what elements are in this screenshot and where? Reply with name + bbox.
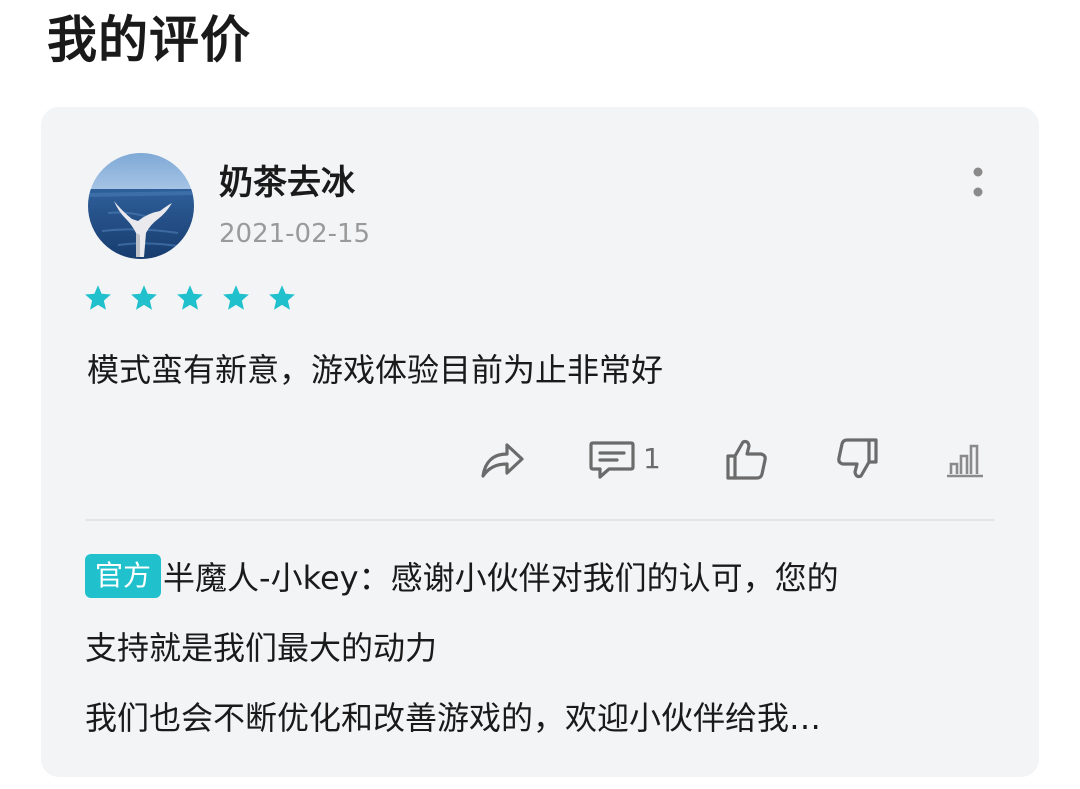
share-button[interactable] [477, 429, 527, 489]
dislike-button[interactable] [833, 429, 883, 489]
comment-button[interactable]: 1 [587, 429, 661, 489]
thumbs-down-icon [837, 438, 878, 479]
star-icon [85, 285, 111, 310]
stats-button[interactable] [945, 429, 989, 489]
star-icon [269, 285, 295, 310]
reply-line-3: 我们也会不断优化和改善游戏的，欢迎小伙伴给我… [85, 699, 822, 737]
more-vertical-icon[interactable] [965, 163, 991, 203]
star-rating [83, 283, 297, 313]
star-icon [223, 285, 249, 310]
review-date: 2021-02-15 [219, 219, 371, 249]
review-card: 奶茶去冰 2021-02-15 模式蛮有新意，游戏体验目前为止非常好 1 官方 … [41, 107, 1039, 777]
thumbs-up-icon [726, 439, 767, 480]
whale-tail-avatar-image [88, 153, 194, 259]
divider [85, 519, 995, 521]
review-actions: 1 [41, 429, 1039, 489]
reply-line-2: 支持就是我们最大的动力 [85, 629, 438, 667]
avatar[interactable] [88, 153, 194, 259]
username[interactable]: 奶茶去冰 [219, 161, 355, 205]
star-icon [131, 285, 157, 310]
comment-count: 1 [643, 442, 661, 475]
like-button[interactable] [721, 429, 771, 489]
star-icon [177, 285, 203, 310]
reply-text-1: 半魔人-小key：感谢小伙伴对我们的认可，您的 [163, 559, 839, 597]
page-title: 我的评价 [47, 11, 251, 69]
bar-chart-icon [947, 444, 983, 478]
share-icon [481, 443, 524, 478]
reply-line-1: 官方 半魔人-小key：感谢小伙伴对我们的认可，您的 [85, 543, 1005, 613]
official-badge: 官方 [85, 554, 162, 598]
review-text: 模式蛮有新意，游戏体验目前为止非常好 [87, 351, 664, 389]
official-reply[interactable]: 官方 半魔人-小key：感谢小伙伴对我们的认可，您的 支持就是我们最大的动力 我们… [85, 543, 1005, 753]
comment-icon [589, 441, 635, 479]
